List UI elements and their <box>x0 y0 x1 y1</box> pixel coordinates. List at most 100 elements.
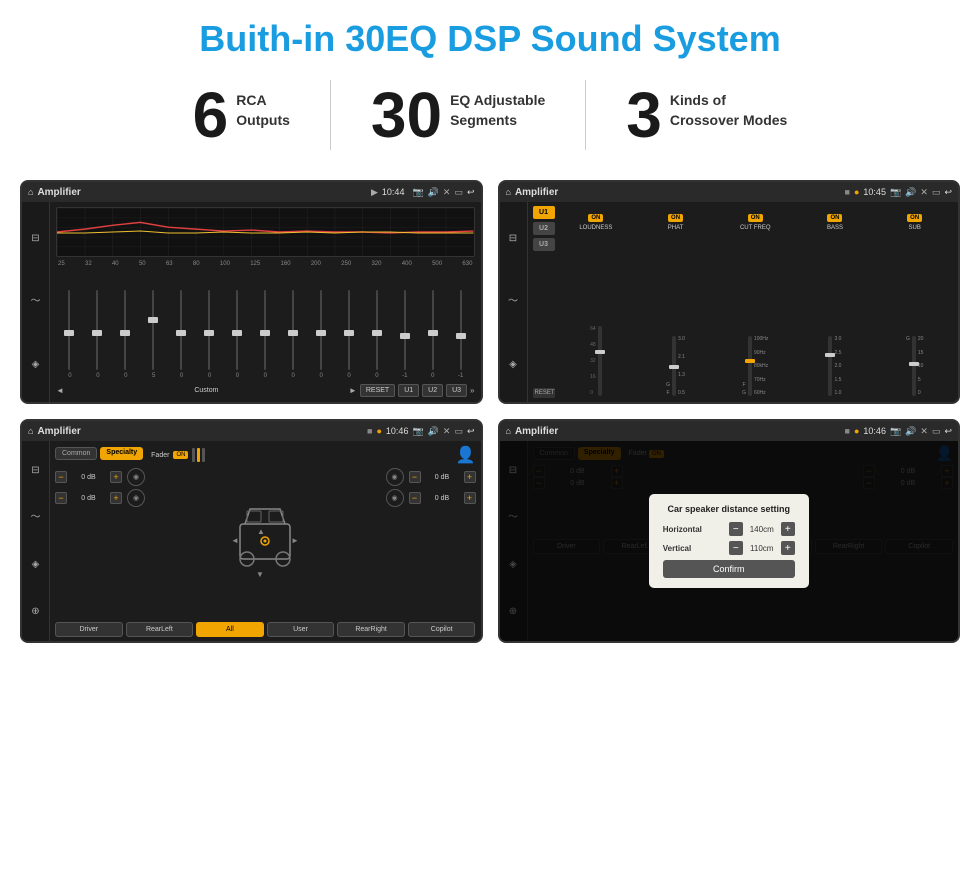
xo-u3-btn[interactable]: U3 <box>533 238 555 251</box>
eq-slider-12[interactable] <box>392 290 418 370</box>
sp-back-icon[interactable]: ↩ <box>467 426 475 437</box>
dlg-home-icon[interactable]: ⌂ <box>506 426 511 436</box>
eq-slider-14[interactable] <box>448 290 474 370</box>
eq-reset-btn[interactable]: RESET <box>360 384 395 397</box>
volume-icon[interactable]: 🔊 <box>428 187 439 198</box>
eq-u3-btn[interactable]: U3 <box>446 384 467 397</box>
sp-plus-4[interactable]: + <box>464 492 476 504</box>
xo-home-icon[interactable]: ⌂ <box>506 187 511 197</box>
eq-icon-speaker[interactable]: ◈ <box>32 360 40 370</box>
xo-reset-btn[interactable]: RESET <box>533 388 555 398</box>
sp-tab-common[interactable]: Common <box>55 447 97 460</box>
eq-prev[interactable]: ◄ <box>56 386 64 395</box>
xo-screen-title: Amplifier <box>515 187 841 198</box>
eq-slider-1[interactable] <box>84 290 110 370</box>
eq-u1-btn[interactable]: U1 <box>398 384 419 397</box>
sp-db-row-3: ◉ − 0 dB + <box>386 468 476 486</box>
sp-plus-1[interactable]: + <box>110 471 122 483</box>
sp-minus-2[interactable]: − <box>55 492 67 504</box>
sp-icon-expand[interactable]: ⊕ <box>31 607 39 617</box>
sp-plus-3[interactable]: + <box>464 471 476 483</box>
dialog-confirm-button[interactable]: Confirm <box>663 560 795 578</box>
dialog-horizontal-value: 140cm <box>747 525 777 534</box>
xo-icon-sliders[interactable]: ⊟ <box>509 234 517 244</box>
dialog-box: Car speaker distance setting Horizontal … <box>649 494 809 588</box>
xo-u2-btn[interactable]: U2 <box>533 222 555 235</box>
eq-x-icon: ✕ <box>443 187 451 198</box>
sp-minus-1[interactable]: − <box>55 471 67 483</box>
sp-icon-speaker[interactable]: ◈ <box>32 560 40 570</box>
xo-ch-phat: ON PHAT G F 3.0 <box>637 206 714 398</box>
eq-more[interactable]: » <box>470 386 474 395</box>
sp-user-icon[interactable]: 👤 <box>456 445 476 465</box>
xo-loudness-on[interactable]: ON <box>588 214 603 222</box>
back-icon[interactable]: ↩ <box>467 187 475 198</box>
xo-bass-slider[interactable] <box>828 336 832 396</box>
xo-cutfreq-on[interactable]: ON <box>748 214 763 222</box>
sp-tab-specialty[interactable]: Specialty <box>100 447 143 460</box>
xo-sub-slider[interactable] <box>912 336 916 396</box>
dialog-vertical-minus[interactable]: − <box>729 541 743 555</box>
sp-vol-icon[interactable]: 🔊 <box>428 426 439 437</box>
xo-bass-on[interactable]: ON <box>827 214 842 222</box>
xo-back-icon[interactable]: ↩ <box>944 187 952 198</box>
eq-slider-4[interactable] <box>168 290 194 370</box>
dlg-time: 10:46 <box>863 426 886 436</box>
sp-db-val-4: 0 dB <box>423 495 462 502</box>
xo-cutfreq-slider[interactable] <box>748 336 752 396</box>
eq-slider-3[interactable] <box>140 290 166 370</box>
dialog-horizontal-plus[interactable]: + <box>781 522 795 536</box>
eq-main: 2532 4050 6380 100125 160200 250320 4005… <box>50 202 481 402</box>
xo-icon-speaker[interactable]: ◈ <box>509 360 517 370</box>
sp-sidebar: ⊟ 〜 ◈ ⊕ <box>22 441 50 641</box>
xo-phat-slider-1[interactable] <box>672 336 676 396</box>
eq-slider-6[interactable] <box>224 290 250 370</box>
xo-vol-icon[interactable]: 🔊 <box>905 187 916 198</box>
dlg-vol-icon[interactable]: 🔊 <box>905 426 916 437</box>
eq-slider-10[interactable] <box>336 290 362 370</box>
sp-minus-3[interactable]: − <box>409 471 421 483</box>
eq-slider-8[interactable] <box>280 290 306 370</box>
dlg-back-icon[interactable]: ↩ <box>944 426 952 437</box>
sp-home-icon[interactable]: ⌂ <box>28 426 33 436</box>
sp-rearright-btn[interactable]: RearRight <box>337 622 405 637</box>
eq-next[interactable]: ► <box>349 386 357 395</box>
fader-on-badge[interactable]: ON <box>173 451 188 459</box>
sp-db-val-3: 0 dB <box>423 474 462 481</box>
sp-icon-wave[interactable]: 〜 <box>31 513 41 523</box>
eq-slider-2[interactable] <box>112 290 138 370</box>
eq-slider-9[interactable] <box>308 290 334 370</box>
sp-plus-2[interactable]: + <box>110 492 122 504</box>
sp-driver-btn[interactable]: Driver <box>55 622 123 637</box>
eq-slider-7[interactable] <box>252 290 278 370</box>
xo-sub-on[interactable]: ON <box>907 214 922 222</box>
xo-u1-btn[interactable]: U1 <box>533 206 555 219</box>
eq-icon-wave[interactable]: 〜 <box>31 297 41 307</box>
dialog-horizontal-minus[interactable]: − <box>729 522 743 536</box>
stat-crossover-number: 3 <box>626 83 662 147</box>
eq-slider-0[interactable] <box>56 290 82 370</box>
sp-rearleft-btn[interactable]: RearLeft <box>126 622 194 637</box>
sp-icon-sliders[interactable]: ⊟ <box>31 466 39 476</box>
home-icon[interactable]: ⌂ <box>28 187 33 197</box>
xo-icon-wave[interactable]: 〜 <box>508 297 518 307</box>
sp-user-btn[interactable]: User <box>267 622 335 637</box>
sp-all-btn[interactable]: All <box>196 622 264 637</box>
eq-topbar: ⌂ Amplifier ▶ 10:44 📷 🔊 ✕ ▭ ↩ <box>22 182 481 202</box>
dialog-vertical-plus[interactable]: + <box>781 541 795 555</box>
sp-car-diagram: ▼ ▲ ◄ ► <box>153 468 378 619</box>
xo-loudness-slider[interactable] <box>598 326 602 396</box>
eq-icon-sliders[interactable]: ⊟ <box>31 234 39 244</box>
eq-slider-11[interactable] <box>364 290 390 370</box>
eq-u2-btn[interactable]: U2 <box>422 384 443 397</box>
eq-slider-5[interactable] <box>196 290 222 370</box>
xo-phat-on[interactable]: ON <box>668 214 683 222</box>
stat-crossover: 3 Kinds ofCrossover Modes <box>586 83 827 147</box>
eq-slider-13[interactable] <box>420 290 446 370</box>
speaker-screen: ⌂ Amplifier ■ ● 10:46 📷 🔊 ✕ ▭ ↩ ⊟ 〜 ◈ ⊕ … <box>20 419 483 643</box>
xo-ch-sub: ON SUB G 20 15 <box>876 206 953 398</box>
eq-screen-title: Amplifier <box>37 187 367 198</box>
sp-minus-4[interactable]: − <box>409 492 421 504</box>
sp-copilot-btn[interactable]: Copilot <box>408 622 476 637</box>
xo-sub-label: SUB <box>876 225 953 231</box>
